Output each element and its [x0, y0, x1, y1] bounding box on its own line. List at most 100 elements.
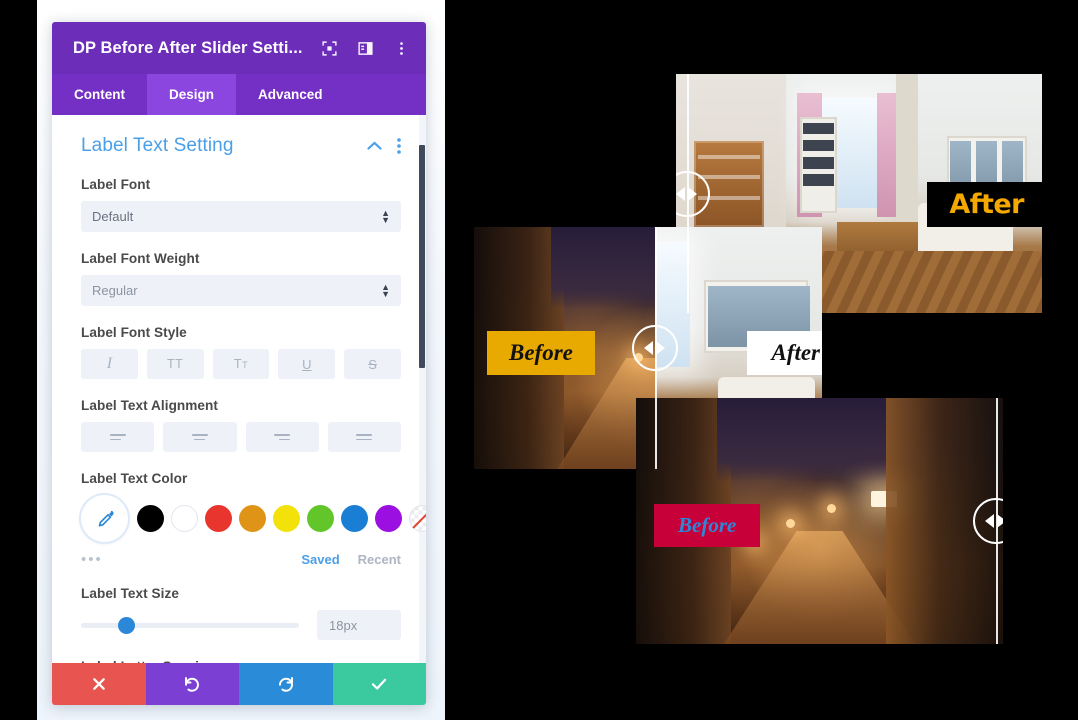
field-label-font: Label Font Default ▲ ▼ — [81, 177, 401, 232]
swatch-blue[interactable] — [341, 505, 368, 532]
tab-design[interactable]: Design — [147, 74, 237, 115]
uppercase-icon: TT — [167, 357, 184, 371]
field-label-text-alignment: Label Text Alignment — [81, 398, 401, 452]
color-swatch-row — [81, 495, 426, 542]
page-title: DP Before After Slider Setti... — [73, 38, 303, 57]
settings-scroll-area: Label Text Setting Label Font Default ▲ ▼ — [52, 115, 426, 663]
swatch-transparent[interactable] — [409, 505, 426, 532]
capitalize-icon: TT — [233, 357, 249, 371]
select-arrows-icon: ▲ ▼ — [381, 207, 390, 225]
capitalize-button[interactable]: TT — [212, 349, 270, 379]
modal-action-bar — [52, 663, 426, 705]
align-left-icon — [109, 433, 126, 441]
field-label-font-style: Label Font Style I TT TT U S — [81, 325, 401, 379]
arrow-right-icon — [688, 186, 698, 201]
slider-handle-middle[interactable] — [631, 325, 678, 371]
arrow-right-icon — [656, 341, 666, 355]
strikethrough-icon: S — [368, 356, 377, 372]
align-left-button[interactable] — [81, 422, 155, 452]
eyedropper-button[interactable] — [81, 495, 128, 542]
label-letter-spacing-label: Label Letter Spacing — [81, 659, 401, 663]
label-font-label: Label Font — [81, 177, 151, 192]
redo-button[interactable] — [239, 663, 333, 705]
overflow-menu-icon[interactable] — [393, 40, 410, 57]
eyedropper-icon — [98, 510, 114, 527]
swatch-white[interactable] — [171, 505, 198, 532]
saved-colors-tab[interactable]: Saved — [301, 552, 339, 567]
before-label-bottom: Before — [654, 503, 761, 547]
label-font-weight-select[interactable]: Regular ▲ ▼ — [81, 275, 401, 306]
recent-colors-tab[interactable]: Recent — [358, 552, 401, 567]
align-center-button[interactable] — [163, 422, 237, 452]
before-label-middle: Before — [487, 331, 595, 376]
screenshot-stage: DP Before After Slider Setti... Content … — [0, 0, 1078, 720]
after-label-top: After — [927, 181, 1042, 227]
settings-modal: DP Before After Slider Setti... Content … — [52, 22, 426, 705]
swatch-black[interactable] — [137, 505, 164, 532]
label-text-alignment-label: Label Text Alignment — [81, 398, 218, 413]
underline-button[interactable]: U — [278, 349, 336, 379]
text-size-slider-knob[interactable] — [118, 616, 136, 634]
align-justify-button[interactable] — [327, 422, 401, 452]
text-size-slider[interactable] — [81, 616, 299, 634]
arrow-left-icon — [985, 514, 995, 528]
field-label-text-size: Label Text Size 18px — [81, 586, 401, 640]
field-label-font-weight: Label Font Weight Regular ▲ ▼ — [81, 251, 401, 306]
label-text-color-label: Label Text Color — [81, 471, 188, 486]
label-font-style-label: Label Font Style — [81, 325, 187, 340]
arrow-right-icon — [997, 514, 1003, 528]
text-alignment-button-group — [81, 422, 401, 452]
italic-button[interactable]: I — [81, 349, 138, 379]
modal-header: DP Before After Slider Setti... — [52, 22, 426, 74]
layout-panel-icon[interactable] — [357, 40, 374, 57]
strikethrough-button[interactable]: S — [344, 349, 401, 379]
undo-icon — [185, 677, 200, 692]
section-title: Label Text Setting — [81, 135, 234, 156]
color-meta-row: ••• Saved Recent — [81, 552, 401, 568]
tab-advanced[interactable]: Advanced — [236, 74, 345, 115]
arrow-left-icon — [644, 341, 654, 355]
section-overflow-menu-icon[interactable] — [397, 138, 401, 154]
save-button[interactable] — [332, 663, 426, 705]
italic-icon: I — [106, 355, 113, 372]
uppercase-button[interactable]: TT — [146, 349, 204, 379]
font-style-button-group: I TT TT U S — [81, 349, 401, 379]
after-label-middle: After — [747, 331, 822, 376]
label-font-weight-label: Label Font Weight — [81, 251, 200, 266]
focus-target-icon[interactable] — [321, 40, 338, 57]
scrollbar-track[interactable] — [419, 115, 426, 663]
align-right-button[interactable] — [245, 422, 319, 452]
arrow-left-icon — [676, 186, 686, 201]
tab-content[interactable]: Content — [52, 74, 147, 115]
swatch-green[interactable] — [307, 505, 334, 532]
cancel-button[interactable] — [52, 663, 146, 705]
tab-bar: Content Design Advanced — [52, 74, 426, 115]
chevron-up-icon[interactable] — [367, 141, 382, 151]
swatch-yellow[interactable] — [273, 505, 300, 532]
text-size-value-input[interactable]: 18px — [317, 610, 401, 640]
scrollbar-thumb[interactable] — [419, 145, 425, 368]
label-font-select[interactable]: Default ▲ ▼ — [81, 201, 401, 232]
section-header: Label Text Setting — [81, 135, 401, 157]
more-colors-icon[interactable]: ••• — [81, 552, 301, 567]
field-label-text-color: Label Text Color ••• Saved Recent — [81, 471, 426, 568]
preview-bottom[interactable]: Before — [636, 398, 1003, 644]
swatch-purple[interactable] — [375, 505, 402, 532]
label-font-value: Default — [92, 209, 134, 224]
label-font-weight-value: Regular — [92, 283, 138, 298]
align-right-icon — [274, 433, 291, 441]
align-center-icon — [191, 433, 208, 441]
label-text-size-label: Label Text Size — [81, 586, 179, 601]
align-justify-icon — [356, 433, 373, 441]
redo-icon — [278, 677, 293, 692]
check-icon — [372, 678, 387, 690]
underline-icon: U — [302, 356, 312, 372]
select-arrows-icon: ▲ ▼ — [381, 281, 390, 299]
header-icon-group — [321, 40, 414, 57]
close-icon — [92, 678, 105, 690]
field-label-letter-spacing: Label Letter Spacing — [81, 659, 401, 663]
undo-button[interactable] — [145, 663, 239, 705]
swatch-red[interactable] — [205, 505, 232, 532]
swatch-orange[interactable] — [239, 505, 266, 532]
text-size-slider-row: 18px — [81, 610, 401, 640]
